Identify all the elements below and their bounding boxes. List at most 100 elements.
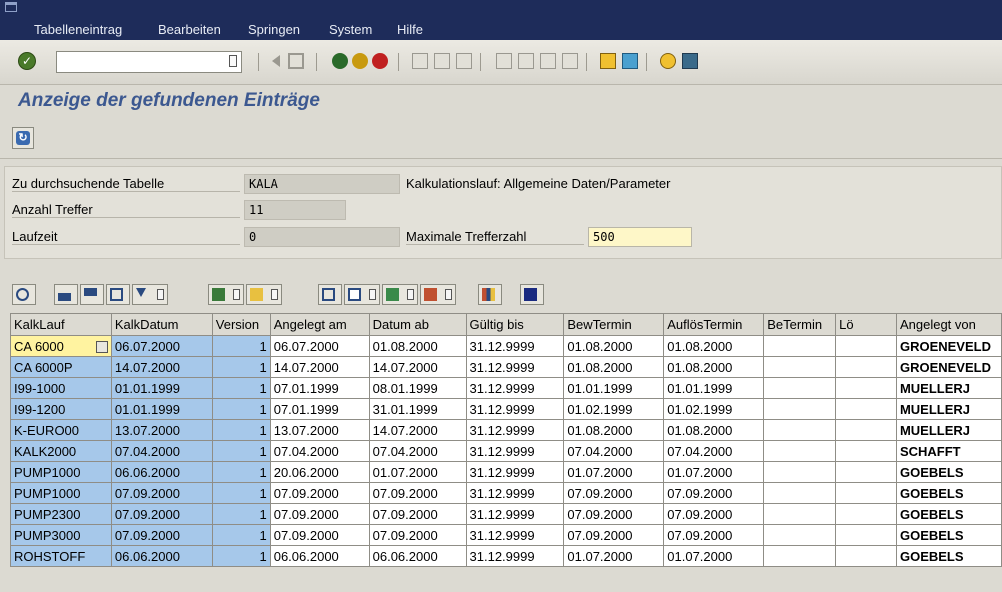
table-cell[interactable]: 31.12.9999: [465, 461, 565, 483]
table-cell[interactable]: [835, 545, 897, 567]
filter-button[interactable]: [132, 284, 168, 305]
column-header[interactable]: BeTermin: [763, 313, 837, 336]
table-cell[interactable]: 07.09.2000: [269, 524, 370, 546]
table-cell[interactable]: 1: [211, 482, 271, 504]
table-cell[interactable]: 08.01.1999: [368, 377, 467, 399]
table-cell[interactable]: 31.12.9999: [465, 503, 565, 525]
table-cell[interactable]: CA 6000: [10, 335, 112, 357]
table-row[interactable]: PUMP1000 07.09.2000 1 07.09.2000 07.09.2000 3…: [10, 482, 1002, 504]
table-cell[interactable]: [835, 419, 897, 441]
table-cell[interactable]: 07.09.2000: [269, 482, 370, 504]
menu-bearbeiten[interactable]: Bearbeiten: [158, 22, 221, 37]
table-cell[interactable]: I99-1200: [10, 398, 112, 420]
table-cell[interactable]: [763, 356, 837, 378]
table-cell[interactable]: 06.06.2000: [110, 461, 213, 483]
information-button[interactable]: [520, 284, 544, 305]
column-header[interactable]: KalkDatum: [110, 313, 213, 336]
table-cell[interactable]: 31.12.9999: [465, 440, 565, 462]
total-button[interactable]: [208, 284, 244, 305]
table-cell[interactable]: GOEBELS: [895, 503, 1002, 525]
table-cell[interactable]: [835, 440, 897, 462]
print-preview-button[interactable]: [318, 284, 342, 305]
table-row[interactable]: PUMP3000 07.09.2000 1 07.09.2000 07.09.2000 3…: [10, 524, 1002, 546]
table-cell[interactable]: GOEBELS: [895, 524, 1002, 546]
table-cell[interactable]: [835, 524, 897, 546]
column-header[interactable]: Angelegt von: [895, 313, 1002, 336]
table-cell[interactable]: [763, 419, 837, 441]
sort-descending-button[interactable]: [80, 284, 104, 305]
next-page-icon[interactable]: [540, 53, 556, 69]
column-header[interactable]: AuflösTermin: [663, 313, 765, 336]
table-cell[interactable]: PUMP1000: [10, 461, 112, 483]
table-cell[interactable]: [835, 503, 897, 525]
column-header[interactable]: Angelegt am: [269, 313, 370, 336]
table-cell[interactable]: 14.07.2000: [110, 356, 213, 378]
table-cell[interactable]: [835, 398, 897, 420]
table-cell[interactable]: 01.07.2000: [368, 461, 467, 483]
table-cell[interactable]: MUELLERJ: [895, 419, 1002, 441]
table-cell[interactable]: 07.09.2000: [663, 524, 765, 546]
table-cell[interactable]: 07.09.2000: [110, 503, 213, 525]
table-cell[interactable]: SCHAFFT: [895, 440, 1002, 462]
table-cell[interactable]: 07.09.2000: [368, 524, 467, 546]
table-cell[interactable]: 07.01.1999: [269, 377, 370, 399]
table-cell[interactable]: 01.07.2000: [563, 461, 665, 483]
table-cell[interactable]: 07.09.2000: [368, 482, 467, 504]
table-cell[interactable]: PUMP1000: [10, 482, 112, 504]
table-cell[interactable]: ROHSTOFF: [10, 545, 112, 567]
table-cell[interactable]: 13.07.2000: [110, 419, 213, 441]
table-cell[interactable]: 07.01.1999: [269, 398, 370, 420]
table-cell[interactable]: 31.12.9999: [465, 377, 565, 399]
table-cell[interactable]: CA 6000P: [10, 356, 112, 378]
table-cell[interactable]: 20.06.2000: [269, 461, 370, 483]
table-cell[interactable]: [763, 503, 837, 525]
table-cell[interactable]: 07.09.2000: [563, 524, 665, 546]
table-cell[interactable]: 07.04.2000: [110, 440, 213, 462]
column-header[interactable]: Lö: [835, 313, 897, 336]
table-cell[interactable]: 01.02.1999: [563, 398, 665, 420]
table-cell[interactable]: [835, 482, 897, 504]
subtotal-button[interactable]: [246, 284, 282, 305]
table-cell[interactable]: [763, 524, 837, 546]
export-button[interactable]: [382, 284, 418, 305]
table-cell[interactable]: 01.07.2000: [563, 545, 665, 567]
table-row[interactable]: K-EURO00 13.07.2000 1 13.07.2000 14.07.2000 3…: [10, 419, 1002, 441]
table-row[interactable]: ROHSTOFF 06.06.2000 1 06.06.2000 06.06.2000 3…: [10, 545, 1002, 567]
table-cell[interactable]: 01.08.2000: [368, 335, 467, 357]
new-session-icon[interactable]: [600, 53, 616, 69]
command-field[interactable]: [56, 51, 242, 73]
menu-tabelleneintrag[interactable]: Tabelleneintrag: [34, 22, 122, 37]
table-cell[interactable]: 07.09.2000: [110, 482, 213, 504]
table-row[interactable]: I99-1200 01.01.1999 1 07.01.1999 31.01.1999 3…: [10, 398, 1002, 420]
table-cell[interactable]: MUELLERJ: [895, 398, 1002, 420]
print-icon[interactable]: [412, 53, 428, 69]
table-cell[interactable]: 1: [211, 419, 271, 441]
help-icon[interactable]: [660, 53, 676, 69]
table-cell[interactable]: 07.09.2000: [110, 524, 213, 546]
table-cell[interactable]: GOEBELS: [895, 461, 1002, 483]
table-cell[interactable]: 31.12.9999: [465, 419, 565, 441]
table-cell[interactable]: [763, 440, 837, 462]
column-header[interactable]: Version: [211, 313, 271, 336]
column-header[interactable]: BewTermin: [563, 313, 665, 336]
shortcut-icon[interactable]: [622, 53, 638, 69]
table-row[interactable]: CA 6000P 14.07.2000 1 14.07.2000 14.07.2000 3…: [10, 356, 1002, 378]
menu-hilfe[interactable]: Hilfe: [397, 22, 423, 37]
table-cell[interactable]: 06.06.2000: [269, 545, 370, 567]
table-cell[interactable]: 01.08.2000: [663, 335, 765, 357]
graphic-button[interactable]: [478, 284, 502, 305]
cancel-icon[interactable]: [372, 53, 388, 69]
max-hits-input[interactable]: 500: [588, 227, 692, 247]
table-cell[interactable]: 14.07.2000: [269, 356, 370, 378]
table-cell[interactable]: [763, 335, 837, 357]
table-cell[interactable]: 07.04.2000: [368, 440, 467, 462]
table-cell[interactable]: [763, 398, 837, 420]
back-icon[interactable]: [332, 53, 348, 69]
table-cell[interactable]: 31.12.9999: [465, 482, 565, 504]
views-button[interactable]: [344, 284, 380, 305]
table-cell[interactable]: 07.09.2000: [663, 503, 765, 525]
table-cell[interactable]: [763, 545, 837, 567]
table-cell[interactable]: 1: [211, 461, 271, 483]
first-page-icon[interactable]: [496, 53, 512, 69]
table-cell[interactable]: 13.07.2000: [269, 419, 370, 441]
